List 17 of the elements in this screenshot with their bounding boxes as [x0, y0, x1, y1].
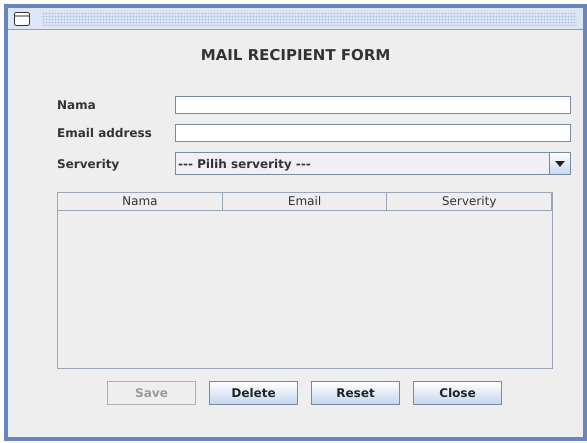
column-header[interactable]: Email: [222, 193, 388, 211]
dropdown-value: --- Pilih serverity ---: [177, 156, 312, 172]
form-button[interactable]: Delete: [209, 381, 298, 405]
field-label: Email address: [57, 125, 153, 142]
text-field[interactable]: [175, 96, 571, 114]
severity-dropdown[interactable]: --- Pilih serverity ---: [175, 152, 571, 175]
form-title: MAIL RECIPIENT FORM: [200, 45, 392, 64]
column-header[interactable]: Nama: [58, 193, 223, 211]
form-button[interactable]: Reset: [311, 381, 400, 405]
field-label: Nama: [57, 97, 97, 114]
window-icon: [14, 12, 30, 26]
column-header[interactable]: Serverity: [387, 193, 552, 211]
text-field[interactable]: [175, 124, 571, 142]
form-button[interactable]: Close: [413, 381, 502, 405]
caret-icon: [555, 160, 565, 166]
field-label: Serverity: [57, 156, 120, 172]
dropdown-arrow-button[interactable]: [549, 153, 570, 174]
